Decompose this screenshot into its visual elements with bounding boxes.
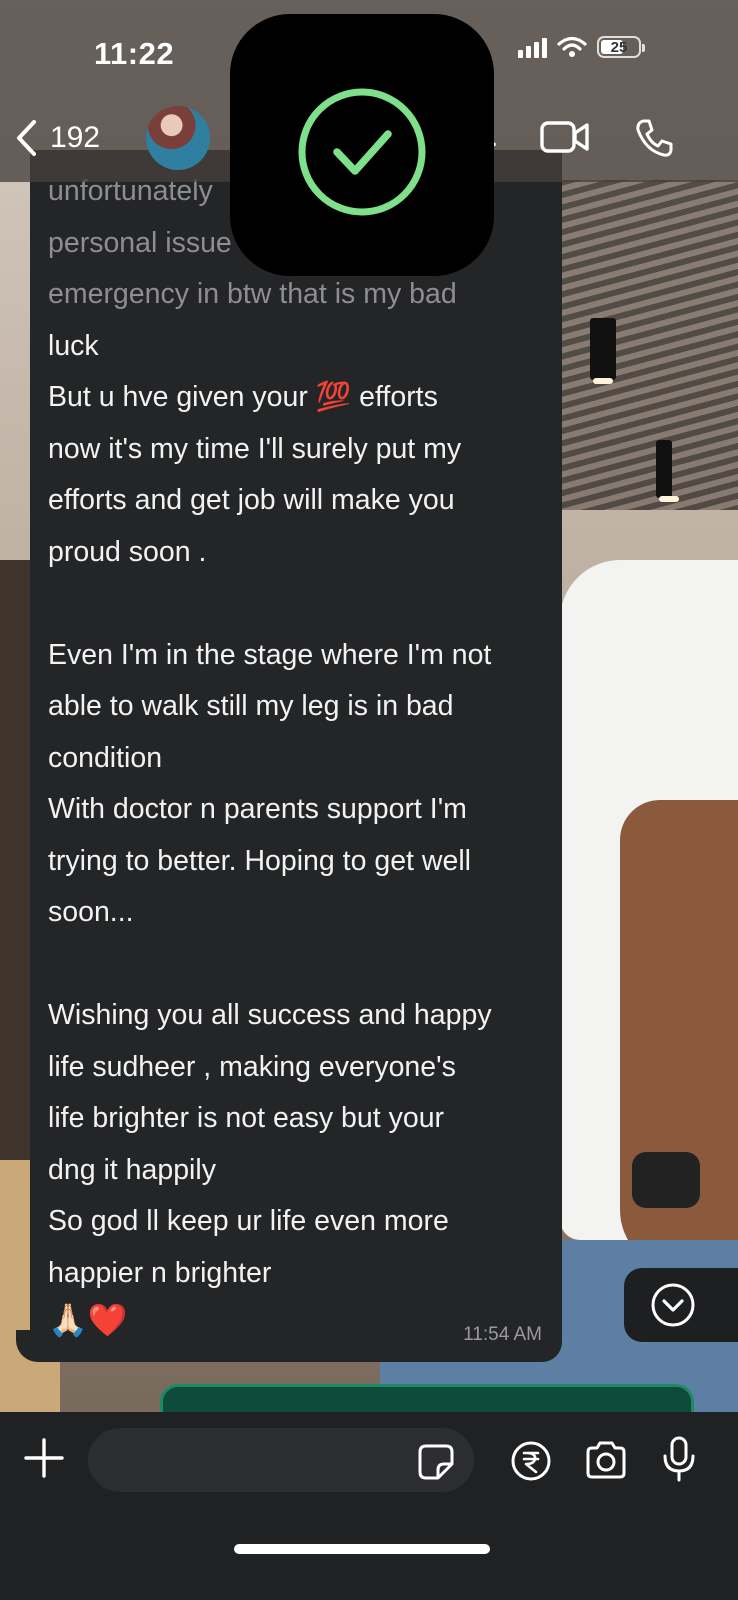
sticker-icon xyxy=(418,1444,454,1480)
checkmark-circle-icon xyxy=(298,88,426,216)
scroll-to-bottom-button[interactable] xyxy=(624,1268,738,1342)
saved-confirmation-overlay xyxy=(230,14,494,276)
message-timestamp: 11:54 AM xyxy=(463,1324,542,1345)
rupee-payment-icon xyxy=(511,1441,551,1481)
message-text-part-2: efforts now it's my time I'll surely put… xyxy=(48,381,492,1289)
microphone-icon xyxy=(663,1436,695,1482)
cellular-signal-icon xyxy=(518,36,547,58)
payment-button[interactable] xyxy=(510,1440,552,1487)
unread-count: 192 xyxy=(50,121,101,154)
home-indicator xyxy=(234,1544,490,1554)
wallpaper-ceiling-slats xyxy=(560,180,738,510)
back-button[interactable]: 192 xyxy=(14,118,100,158)
video-call-button[interactable] xyxy=(540,120,590,159)
plus-icon xyxy=(24,1438,64,1478)
voice-message-button[interactable] xyxy=(662,1436,696,1487)
voice-call-button[interactable] xyxy=(634,118,674,163)
sticker-button[interactable] xyxy=(418,1444,454,1485)
wallpaper-pendant-lamp xyxy=(656,440,679,502)
wifi-icon xyxy=(557,36,587,57)
status-indicators: 25 xyxy=(518,36,645,58)
chevron-left-icon xyxy=(17,120,36,156)
phone-icon xyxy=(636,119,673,157)
video-call-icon xyxy=(540,121,589,153)
hundred-points-emoji: 💯 xyxy=(315,381,352,413)
wallpaper-pendant-lamp xyxy=(590,318,616,384)
chevron-down-circle-icon xyxy=(651,1283,695,1327)
battery-icon: 25 xyxy=(597,36,645,58)
camera-button[interactable] xyxy=(584,1440,628,1485)
battery-level: 25 xyxy=(610,38,628,56)
message-closing-emoji: 🙏🏻❤️ xyxy=(48,1302,128,1338)
contact-avatar[interactable] xyxy=(146,106,210,170)
status-time: 11:22 xyxy=(94,36,175,71)
message-input[interactable] xyxy=(88,1428,474,1492)
message-text: unfortunately personal issue emergency i… xyxy=(48,166,548,1299)
incoming-message-bubble[interactable]: unfortunately personal issue emergency i… xyxy=(30,150,562,1362)
camera-icon xyxy=(586,1441,626,1479)
message-text-part-1: luck But u hve given your xyxy=(48,329,308,414)
wallpaper-wristwatch xyxy=(632,1152,700,1208)
attach-button[interactable] xyxy=(22,1436,66,1485)
